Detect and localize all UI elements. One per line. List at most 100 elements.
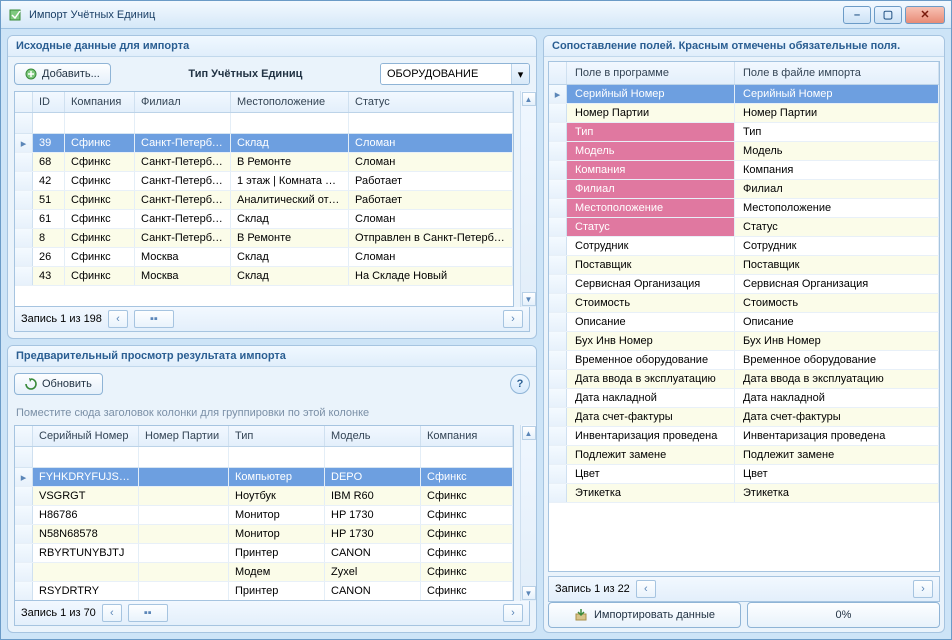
- col-id[interactable]: ID: [33, 92, 65, 112]
- mapping-row[interactable]: Номер Партии Номер Партии: [549, 104, 939, 123]
- mapping-row[interactable]: Этикетка Этикетка: [549, 484, 939, 503]
- mapping-panel: Сопоставление полей. Красным отмечены об…: [543, 35, 945, 633]
- maximize-button[interactable]: ▢: [874, 6, 902, 24]
- table-row[interactable]: Модем Zyxel Сфинкс: [15, 563, 513, 582]
- table-row[interactable]: ▸ 39 Сфинкс Санкт-Петербург Склад Сломан: [15, 134, 513, 153]
- mapping-grid-footer: Запись 1 из 22 ‹ ›: [548, 576, 940, 602]
- nav-prev[interactable]: ‹: [108, 310, 128, 328]
- mapping-row[interactable]: Инвентаризация проведена Инвентаризация …: [549, 427, 939, 446]
- scrollbar[interactable]: ▲ ▼: [520, 425, 536, 601]
- mapping-panel-title: Сопоставление полей. Красным отмечены об…: [544, 36, 944, 57]
- table-row[interactable]: RSYDRTRY Принтер CANON Сфинкс: [15, 582, 513, 600]
- mapping-row[interactable]: Тип Тип: [549, 123, 939, 142]
- nav-next[interactable]: ›: [503, 310, 523, 328]
- preview-grid[interactable]: Серийный Номер Номер Партии Тип Модель К…: [14, 425, 514, 601]
- scroll-up-icon[interactable]: ▲: [522, 92, 536, 106]
- col-program-field[interactable]: Поле в программе: [567, 62, 735, 84]
- source-record-counter: Запись 1 из 198: [21, 313, 102, 325]
- scroll-up-icon[interactable]: ▲: [522, 426, 536, 440]
- close-button[interactable]: ✕: [905, 6, 945, 24]
- table-row[interactable]: H86786 Монитор HP 1730 Сфинкс: [15, 506, 513, 525]
- nav-next[interactable]: ›: [503, 604, 523, 622]
- col-sn[interactable]: Серийный Номер: [33, 426, 139, 446]
- add-button-label: Добавить...: [42, 68, 100, 80]
- mapping-row[interactable]: ▸ Серийный Номер Серийный Номер: [549, 85, 939, 104]
- nav-thumb[interactable]: ▪▪: [134, 310, 174, 328]
- nav-prev[interactable]: ‹: [102, 604, 122, 622]
- col-company[interactable]: Компания: [65, 92, 135, 112]
- mapping-row[interactable]: Стоимость Стоимость: [549, 294, 939, 313]
- col-model[interactable]: Модель: [325, 426, 421, 446]
- table-row[interactable]: VSGRGT Ноутбук IBM R60 Сфинкс: [15, 487, 513, 506]
- type-combo[interactable]: ▾: [380, 63, 530, 85]
- col-type[interactable]: Тип: [229, 426, 325, 446]
- mapping-row[interactable]: Филиал Филиал: [549, 180, 939, 199]
- nav-prev[interactable]: ‹: [636, 580, 656, 598]
- mapping-row[interactable]: Дата ввода в эксплуатацию Дата ввода в э…: [549, 370, 939, 389]
- mapping-row[interactable]: Местоположение Местоположение: [549, 199, 939, 218]
- table-row[interactable]: 42 Сфинкс Санкт-Петербург 1 этаж | Комна…: [15, 172, 513, 191]
- mapping-grid[interactable]: Поле в программе Поле в файле импорта ▸ …: [548, 61, 940, 572]
- preview-record-counter: Запись 1 из 70: [21, 607, 96, 619]
- minimize-button[interactable]: –: [843, 6, 871, 24]
- window-title: Импорт Учётных Единиц: [29, 9, 843, 21]
- col-status[interactable]: Статус: [349, 92, 513, 112]
- progress-indicator: 0%: [747, 602, 940, 628]
- source-grid-footer: Запись 1 из 198 ‹ ▪▪ ›: [14, 307, 530, 332]
- mapping-row[interactable]: Бух Инв Номер Бух Инв Номер: [549, 332, 939, 351]
- titlebar[interactable]: Импорт Учётных Единиц – ▢ ✕: [1, 1, 951, 29]
- scroll-down-icon[interactable]: ▼: [522, 586, 536, 600]
- source-grid[interactable]: ID Компания Филиал Местоположение Статус…: [14, 91, 514, 307]
- chevron-down-icon[interactable]: ▾: [511, 64, 529, 84]
- source-panel: Исходные данные для импорта Добавить... …: [7, 35, 537, 339]
- import-window: Импорт Учётных Единиц – ▢ ✕ Исходные дан…: [0, 0, 952, 640]
- scroll-down-icon[interactable]: ▼: [522, 292, 536, 306]
- scrollbar[interactable]: ▲ ▼: [520, 91, 536, 307]
- table-row[interactable]: 26 Сфинкс Москва Склад Сломан: [15, 248, 513, 267]
- mapping-row[interactable]: Модель Модель: [549, 142, 939, 161]
- col-location[interactable]: Местоположение: [231, 92, 349, 112]
- refresh-button[interactable]: Обновить: [14, 373, 103, 395]
- import-button[interactable]: Импортировать данные: [548, 602, 741, 628]
- row-indicator-header: [15, 92, 33, 112]
- preview-panel-title: Предварительный просмотр результата импо…: [8, 346, 536, 367]
- col-batch[interactable]: Номер Партии: [139, 426, 229, 446]
- table-row[interactable]: ▸ FYHKDRYFUJSRTUH Компьютер DEPO Сфинкс: [15, 468, 513, 487]
- source-panel-title: Исходные данные для импорта: [8, 36, 536, 57]
- table-row[interactable]: 51 Сфинкс Санкт-Петербург Аналитический …: [15, 191, 513, 210]
- col-file-field[interactable]: Поле в файле импорта: [735, 62, 939, 84]
- refresh-button-label: Обновить: [42, 378, 92, 390]
- group-hint: Поместите сюда заголовок колонки для гру…: [8, 401, 536, 425]
- mapping-row[interactable]: Цвет Цвет: [549, 465, 939, 484]
- mapping-record-counter: Запись 1 из 22: [555, 583, 630, 595]
- add-button[interactable]: Добавить...: [14, 63, 111, 85]
- import-button-label: Импортировать данные: [594, 609, 715, 621]
- preview-panel: Предварительный просмотр результата импо…: [7, 345, 537, 633]
- col-branch[interactable]: Филиал: [135, 92, 231, 112]
- table-row[interactable]: 68 Сфинкс Санкт-Петербург В Ремонте Слом…: [15, 153, 513, 172]
- mapping-row[interactable]: Статус Статус: [549, 218, 939, 237]
- mapping-row[interactable]: Описание Описание: [549, 313, 939, 332]
- table-row[interactable]: N58N68578 Монитор HP 1730 Сфинкс: [15, 525, 513, 544]
- nav-thumb[interactable]: ▪▪: [128, 604, 168, 622]
- mapping-row[interactable]: Сотрудник Сотрудник: [549, 237, 939, 256]
- mapping-row[interactable]: Подлежит замене Подлежит замене: [549, 446, 939, 465]
- app-icon: [7, 7, 23, 23]
- mapping-row[interactable]: Дата счет-фактуры Дата счет-фактуры: [549, 408, 939, 427]
- type-label: Тип Учётных Единиц: [119, 68, 372, 80]
- table-row[interactable]: 8 Сфинкс Санкт-Петербург В Ремонте Отпра…: [15, 229, 513, 248]
- table-row[interactable]: 61 Сфинкс Санкт-Петербург Склад Сломан: [15, 210, 513, 229]
- mapping-row[interactable]: Дата накладной Дата накладной: [549, 389, 939, 408]
- mapping-row[interactable]: Сервисная Организация Сервисная Организа…: [549, 275, 939, 294]
- preview-grid-footer: Запись 1 из 70 ‹ ▪▪ ›: [14, 601, 530, 626]
- mapping-row[interactable]: Компания Компания: [549, 161, 939, 180]
- progress-label: 0%: [836, 609, 852, 621]
- col-company[interactable]: Компания: [421, 426, 513, 446]
- nav-next[interactable]: ›: [913, 580, 933, 598]
- table-row[interactable]: RBYRTUNYBJTJ Принтер CANON Сфинкс: [15, 544, 513, 563]
- table-row[interactable]: 43 Сфинкс Москва Склад На Складе Новый: [15, 267, 513, 286]
- help-icon[interactable]: ?: [510, 374, 530, 394]
- type-combo-input[interactable]: [381, 64, 511, 84]
- mapping-row[interactable]: Временное оборудование Временное оборудо…: [549, 351, 939, 370]
- mapping-row[interactable]: Поставщик Поставщик: [549, 256, 939, 275]
